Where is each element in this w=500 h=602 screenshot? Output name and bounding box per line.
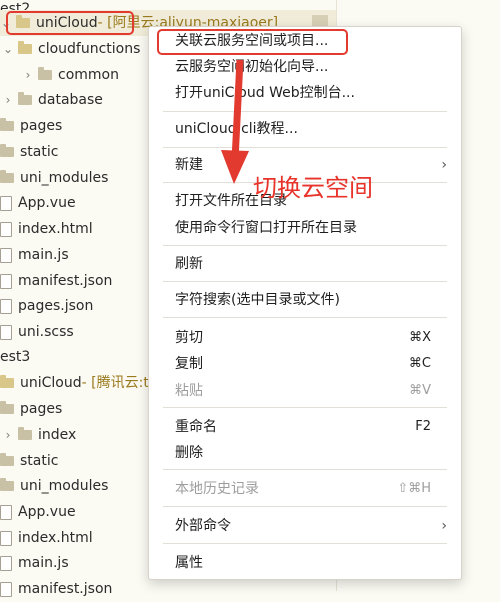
annotation-arrow [221,59,249,184]
annotation-label: 切换云空间 [253,174,373,202]
annotation-arrow-head [221,150,249,184]
annotation-arrow-shaft [231,59,244,161]
